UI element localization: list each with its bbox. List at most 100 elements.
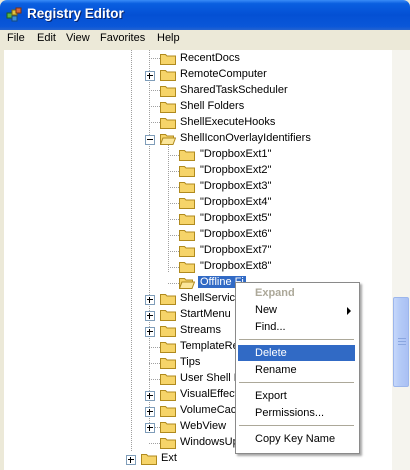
folder-icon [179, 166, 195, 177]
expand-icon[interactable] [145, 295, 155, 305]
folder-icon [179, 246, 195, 257]
tree-item-label: RemoteComputer [180, 68, 267, 80]
tree-item-label: Ext [161, 452, 177, 464]
tree-item-label: ShellService [180, 292, 242, 304]
tree-item-label: "DropboxExt3" [200, 180, 272, 192]
expand-icon[interactable] [145, 391, 155, 401]
tree-item-label: SharedTaskScheduler [180, 84, 288, 96]
menu-item-label: Export [255, 390, 287, 402]
tree-item-remotecomputer[interactable]: RemoteComputer [4, 67, 392, 83]
expand-icon[interactable] [145, 407, 155, 417]
menu-item-label: New [255, 304, 278, 316]
tree-item-label: "DropboxExt4" [200, 196, 272, 208]
collapse-icon[interactable] [145, 135, 155, 145]
tree-item-label: User Shell F [180, 372, 241, 384]
menu-item-find[interactable]: Find... [238, 319, 355, 335]
registry-editor-icon [6, 7, 22, 22]
tree-item-dropboxext2[interactable]: "DropboxExt2" [4, 163, 392, 179]
folder-icon [179, 262, 195, 273]
expand-icon[interactable] [126, 455, 136, 465]
menu-item-copy-key-name[interactable]: Copy Key Name [238, 431, 355, 447]
folder-icon [160, 406, 176, 417]
menu-help[interactable]: Help [157, 32, 180, 44]
grip-line [398, 338, 406, 339]
menu-item-new[interactable]: New [238, 302, 355, 318]
folder-icon [160, 310, 176, 321]
tree-item-label: Tips [180, 356, 201, 368]
tree-item-label: "DropboxExt6" [200, 228, 272, 240]
menu-item-label: Delete [255, 347, 287, 359]
menu-file[interactable]: File [7, 32, 25, 44]
menu-item-label: Rename [255, 364, 297, 376]
menu-item-expand: Expand [238, 285, 355, 301]
open-folder-icon [179, 278, 195, 289]
folder-icon [160, 102, 176, 113]
tree-item-label: RecentDocs [180, 52, 240, 64]
tree-item-shellexecutehooks[interactable]: ShellExecuteHooks [4, 115, 392, 131]
menu-item-label: Copy Key Name [255, 433, 336, 445]
tree-item-label: "DropboxExt2" [200, 164, 272, 176]
folder-icon [160, 326, 176, 337]
tree-item-label: VolumeCach [180, 404, 243, 416]
tree-item-label: ShellExecuteHooks [180, 116, 276, 128]
menu-item-export[interactable]: Export [238, 388, 355, 404]
tree-item-label: Streams [180, 324, 221, 336]
title-bar[interactable]: Registry Editor [0, 0, 410, 30]
folder-icon [179, 230, 195, 241]
grip-line [398, 344, 406, 345]
folder-icon [160, 54, 176, 65]
context-menu: Expand New Find... Delete Rename Export … [235, 282, 360, 454]
open-folder-icon [160, 134, 176, 145]
tree-item-dropboxext5[interactable]: "DropboxExt5" [4, 211, 392, 227]
tree-item-label: ShellIconOverlayIdentifiers [180, 132, 311, 144]
folder-icon [160, 294, 176, 305]
vertical-scrollbar[interactable] [392, 50, 410, 470]
tree-item-label: StartMenu [180, 308, 231, 320]
tree-item-recentdocs[interactable]: RecentDocs [4, 51, 392, 67]
folder-icon [160, 422, 176, 433]
expand-icon[interactable] [145, 311, 155, 321]
menu-item-label: Permissions... [255, 407, 325, 419]
menu-item-label: Expand [255, 287, 295, 299]
window-title: Registry Editor [27, 6, 124, 21]
folder-icon [160, 86, 176, 97]
tree-item-dropboxext7[interactable]: "DropboxExt7" [4, 243, 392, 259]
expand-icon[interactable] [145, 327, 155, 337]
tree-item-dropboxext8[interactable]: "DropboxExt8" [4, 259, 392, 275]
grip-line [398, 341, 406, 342]
menu-item-rename[interactable]: Rename [238, 362, 355, 378]
tree-item-dropboxext3[interactable]: "DropboxExt3" [4, 179, 392, 195]
tree-item-label: Shell Folders [180, 100, 245, 112]
tree-item-dropboxext4[interactable]: "DropboxExt4" [4, 195, 392, 211]
tree-item-shell-folders[interactable]: Shell Folders [4, 99, 392, 115]
folder-icon [160, 390, 176, 401]
scrollbar-thumb[interactable] [393, 297, 409, 387]
menu-favorites[interactable]: Favorites [100, 32, 145, 44]
tree-item-label: WindowsUp [180, 436, 239, 448]
expand-icon[interactable] [145, 423, 155, 433]
menu-bar: File Edit View Favorites Help [0, 30, 410, 48]
folder-icon [179, 150, 195, 161]
folder-icon [179, 198, 195, 209]
folder-icon [160, 342, 176, 353]
tree-item-sharedtaskscheduler[interactable]: SharedTaskScheduler [4, 83, 392, 99]
menu-item-permissions[interactable]: Permissions... [238, 405, 355, 421]
folder-icon [141, 454, 157, 465]
menu-item-delete[interactable]: Delete [238, 345, 355, 361]
folder-icon [179, 214, 195, 225]
tree-item-dropboxext6[interactable]: "DropboxExt6" [4, 227, 392, 243]
menu-view[interactable]: View [66, 32, 90, 44]
tree-item-label: TemplateRe [180, 340, 239, 352]
menu-separator [239, 382, 354, 383]
menu-separator [239, 425, 354, 426]
tree-item-shelliconoverlayidentifiers[interactable]: ShellIconOverlayIdentifiers [4, 131, 392, 147]
folder-icon [160, 374, 176, 385]
tree-item-label: WebView [180, 420, 227, 432]
tree-item-dropboxext1[interactable]: "DropboxExt1" [4, 147, 392, 163]
menu-edit[interactable]: Edit [37, 32, 56, 44]
expand-icon[interactable] [145, 71, 155, 81]
tree-item-label: "DropboxExt7" [200, 244, 272, 256]
folder-icon [179, 182, 195, 193]
folder-icon [160, 438, 176, 449]
folder-icon [160, 118, 176, 129]
